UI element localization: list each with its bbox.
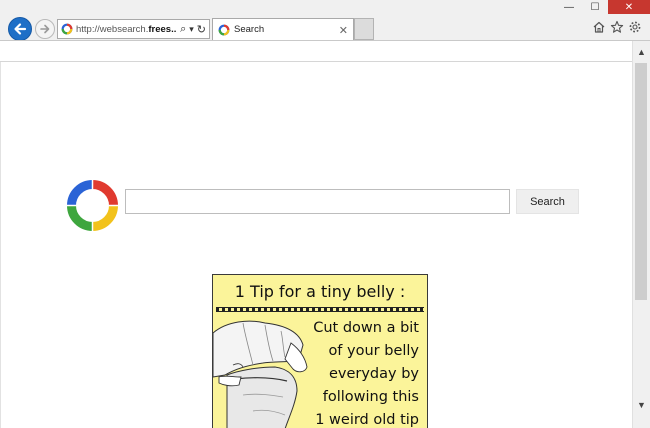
forward-button[interactable]	[35, 19, 55, 39]
ad-divider	[216, 307, 424, 312]
back-arrow-icon	[14, 23, 27, 35]
address-search-icon[interactable]: ⌕	[180, 23, 186, 36]
tab-label: Search	[234, 24, 265, 35]
belly-tip-ad[interactable]: 1 Tip for a tiny belly : Cut down a bit …	[212, 274, 428, 428]
gear-icon[interactable]	[628, 20, 642, 34]
ad-line: everyday by	[328, 366, 419, 382]
ad-line: Cut down a bit	[313, 320, 419, 336]
tab-favicon-icon	[218, 24, 230, 35]
command-strip	[0, 41, 650, 62]
home-icon[interactable]	[592, 20, 606, 34]
page-viewport: Search 1 Tip for a tiny belly : Cut down…	[0, 62, 632, 428]
ad-body-text: Cut down a bit of your belly everyday by…	[313, 317, 419, 428]
new-tab-button[interactable]	[354, 18, 374, 40]
search-button[interactable]: Search	[516, 189, 579, 214]
tab-close-icon[interactable]: ✕	[339, 24, 348, 37]
scroll-thumb[interactable]	[635, 63, 647, 300]
toolbar-icons	[592, 20, 642, 34]
scroll-up-icon[interactable]: ▲	[633, 43, 650, 61]
address-url: http://websearch.frees...	[76, 23, 176, 35]
close-window-button[interactable]: ✕	[608, 0, 650, 14]
browser-chrome: — ☐ ✕ http://websearch.frees... ⌕ ▾ ↻ Se…	[0, 0, 650, 62]
tab-search[interactable]: Search ✕	[212, 18, 354, 40]
forward-arrow-icon	[40, 24, 50, 34]
ad-line: 1 weird old tip	[315, 412, 419, 428]
ad-line: of your belly	[328, 343, 419, 359]
scroll-down-icon[interactable]: ▼	[633, 396, 650, 414]
window-controls: — ☐ ✕	[556, 0, 650, 14]
address-bar[interactable]: http://websearch.frees... ⌕ ▾ ↻	[57, 19, 210, 39]
refresh-icon[interactable]: ↻	[197, 23, 206, 36]
search-logo-icon	[66, 179, 119, 232]
vertical-scrollbar[interactable]: ▲ ▼	[632, 41, 650, 428]
star-icon[interactable]	[610, 20, 624, 34]
back-button[interactable]	[8, 17, 32, 41]
ad-title: 1 Tip for a tiny belly :	[234, 282, 406, 301]
ad-line: following this	[322, 389, 419, 405]
address-dropdown-icon[interactable]: ▾	[189, 24, 194, 35]
site-favicon-icon	[61, 23, 73, 35]
search-input[interactable]	[125, 189, 510, 214]
minimize-button[interactable]: —	[556, 0, 582, 14]
ad-illustration-icon	[213, 320, 308, 428]
maximize-button[interactable]: ☐	[582, 0, 608, 14]
